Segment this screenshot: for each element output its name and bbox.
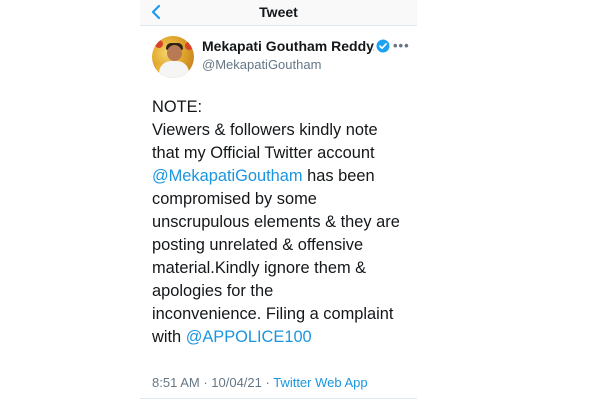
tweet-time: 8:51 AM: [152, 375, 200, 390]
tweet-meta: 8:51 AM · 10/04/21 · Twitter Web App: [152, 375, 368, 390]
tweet-line: unscrupulous elements & they are: [152, 213, 400, 231]
tweet-line: @MekapatiGoutham has been: [152, 165, 416, 188]
tweet-screen: Tweet Mekapati Goutham Reddy... ••• @Mek…: [140, 0, 417, 400]
more-horizontal-icon[interactable]: •••: [393, 38, 411, 54]
tweet-line-text: has been: [302, 167, 375, 185]
tweet-line-text: with: [152, 328, 186, 346]
verified-badge-icon: [376, 39, 390, 53]
tweet-line: compromised by some: [152, 190, 317, 208]
meta-separator: ·: [261, 375, 274, 390]
divider: [140, 398, 417, 399]
tweet-source-link[interactable]: Twitter Web App: [273, 375, 367, 390]
author-handle[interactable]: @MekapatiGoutham: [202, 57, 321, 72]
nav-title: Tweet: [259, 4, 298, 20]
tweet-line: Viewers & followers kindly note: [152, 121, 378, 139]
tweet-text: NOTE: Viewers & followers kindly note th…: [152, 96, 416, 349]
avatar[interactable]: [152, 36, 194, 78]
mention-link[interactable]: @APPOLICE100: [186, 328, 312, 346]
tweet-date: 10/04/21: [211, 375, 262, 390]
tweet-line: with @APPOLICE100: [152, 326, 416, 349]
tweet-line: apologies for the: [152, 282, 274, 300]
nav-bar: Tweet: [140, 0, 417, 26]
mention-link[interactable]: @MekapatiGoutham: [152, 167, 303, 185]
tweet-line: that my Official Twitter account: [152, 144, 375, 162]
tweet-line: posting unrelated & offensive: [152, 236, 364, 254]
tweet-line: inconvenience. Filing a complaint: [152, 305, 394, 323]
tweet-line: material.Kindly ignore them &: [152, 259, 367, 277]
author-name[interactable]: Mekapati Goutham Reddy...: [202, 38, 374, 54]
tweet-line: NOTE:: [152, 98, 203, 116]
meta-separator: ·: [199, 375, 212, 390]
